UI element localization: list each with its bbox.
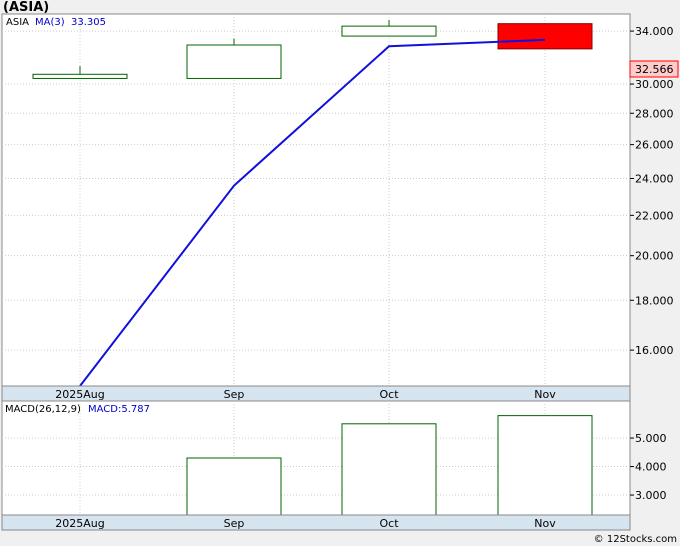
- price-y-tick-label: 26.000: [635, 139, 674, 152]
- legend-ma-label: MA(3): [35, 17, 65, 28]
- candle-body: [32, 73, 128, 79]
- price-x-tick-label: 2025Aug: [55, 388, 104, 401]
- price-x-tick-label: Oct: [379, 388, 399, 401]
- macd-y-tick-label: 4.000: [635, 461, 667, 474]
- price-y-tick-label: 18.000: [635, 294, 674, 307]
- price-y-tick-label: 20.000: [635, 250, 674, 263]
- candle-body: [341, 25, 437, 37]
- price-x-tick-label: Sep: [224, 388, 245, 401]
- candle-body: [186, 44, 282, 79]
- macd-bar: [497, 415, 593, 516]
- macd-label: MACD(26,12,9): [5, 404, 81, 415]
- last-price-value: 32.566: [635, 63, 674, 76]
- price-y-tick-label: 24.000: [635, 173, 674, 186]
- stock-chart: (ASIA) 16.000 18.000 20.000 22.000 24.000 26.…: [0, 0, 680, 546]
- price-y-tick-label: 22.000: [635, 209, 674, 222]
- candle-body: [497, 23, 593, 50]
- macd-bar: [341, 423, 437, 516]
- legend-ticker: ASIA: [6, 17, 29, 28]
- legend-ma-value: 33.305: [71, 17, 106, 28]
- price-y-tick-label: 28.000: [635, 107, 674, 120]
- price-y-tick-label: 34.000: [635, 25, 674, 38]
- macd-y-tick-label: 5.000: [635, 432, 667, 445]
- macd-value-label: MACD:5.787: [88, 404, 150, 415]
- macd-x-tick-label: Sep: [224, 517, 245, 530]
- price-y-tick-label: 16.000: [635, 344, 674, 357]
- price-y-tick-label: 30.000: [635, 78, 674, 91]
- macd-y-ticks: 3.000 4.000 5.000: [630, 432, 667, 502]
- macd-x-tick-label: Nov: [534, 517, 556, 530]
- macd-x-tick-label: Oct: [379, 517, 399, 530]
- chart-title: (ASIA): [3, 0, 49, 15]
- copyright-text: © 12Stocks.com: [594, 534, 677, 545]
- macd-bar: [186, 457, 282, 516]
- price-x-tick-label: Nov: [534, 388, 556, 401]
- macd-x-tick-label: 2025Aug: [55, 517, 104, 530]
- price-panel: [1, 13, 631, 387]
- macd-y-tick-label: 3.000: [635, 489, 667, 502]
